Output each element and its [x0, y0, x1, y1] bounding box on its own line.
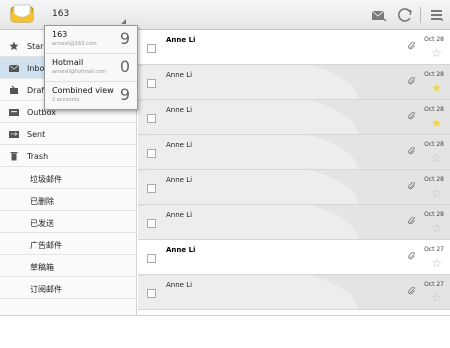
select-checkbox[interactable] — [147, 114, 156, 123]
account-item-name: Hotmail — [52, 58, 84, 67]
attachment-icon — [408, 70, 416, 85]
account-unread-count: 9 — [119, 85, 130, 104]
account-dropdown: 163 annesli@163.com 9 Hotmail annesli@ho… — [44, 25, 138, 110]
star-toggle-icon[interactable]: ☆ — [431, 292, 442, 304]
star-toggle-icon[interactable]: ☆ — [431, 187, 442, 199]
message-row[interactable]: Anne Li Oct 28 ☆ — [138, 135, 450, 170]
empty-bottom-area — [0, 315, 450, 348]
subfolder-item[interactable]: 草稿箱 — [0, 255, 137, 277]
outbox-icon — [9, 107, 19, 117]
message-date: Oct 28 — [424, 176, 444, 183]
message-sender: Anne Li — [166, 141, 193, 149]
subfolder-label: 已删除 — [30, 197, 54, 206]
account-item-name: Combined view — [52, 86, 114, 95]
email-app-icon[interactable] — [10, 4, 34, 24]
account-item-hotmail[interactable]: Hotmail annesli@hotmail.com 0 — [45, 54, 137, 82]
message-row[interactable]: Anne Li Oct 28 ☆ — [138, 170, 450, 205]
spinner-caret-icon — [121, 19, 126, 24]
message-sender: Anne Li — [166, 36, 196, 44]
subfolder-label: 草稿箱 — [30, 263, 54, 272]
select-checkbox[interactable] — [147, 184, 156, 193]
attachment-icon — [408, 210, 416, 225]
subfolder-item[interactable]: 垃圾邮件 — [0, 167, 137, 189]
subfolder-item[interactable]: 订阅邮件 — [0, 277, 137, 299]
account-item-combined[interactable]: Combined view 2 accounts 9 — [45, 82, 137, 110]
message-row[interactable]: Anne Li Oct 28 ★ — [138, 100, 450, 135]
star-toggle-icon[interactable]: ★ — [431, 82, 442, 94]
attachment-icon — [408, 35, 416, 50]
select-checkbox[interactable] — [147, 44, 156, 53]
attachment-icon — [408, 140, 416, 155]
message-sender: Anne Li — [166, 176, 193, 184]
folder-trash[interactable]: Trash — [0, 145, 137, 167]
message-date: Oct 28 — [424, 211, 444, 218]
inbox-icon — [8, 63, 20, 73]
account-item-163[interactable]: 163 annesli@163.com 9 — [45, 26, 137, 54]
attachment-icon — [408, 175, 416, 190]
select-checkbox[interactable] — [147, 149, 156, 158]
subfolder-item[interactable]: 已发送 — [0, 211, 137, 233]
select-checkbox[interactable] — [147, 254, 156, 263]
select-checkbox[interactable] — [147, 289, 156, 298]
account-unread-count: 0 — [119, 57, 130, 76]
message-row[interactable]: Anne Li Oct 28 ☆ — [138, 30, 450, 65]
folder-sent[interactable]: Sent — [0, 123, 137, 145]
account-name: 163 — [52, 9, 70, 19]
message-sender: Anne Li — [166, 281, 193, 289]
star-toggle-icon[interactable]: ☆ — [431, 257, 442, 269]
message-row[interactable]: Anne Li Oct 27 ☆ — [138, 240, 450, 275]
account-item-email: annesli@163.com — [52, 41, 97, 47]
message-row[interactable]: Anne Li Oct 28 ☆ — [138, 205, 450, 240]
overflow-menu-icon[interactable] — [427, 5, 447, 25]
message-date: Oct 27 — [424, 281, 444, 288]
subfolder-item[interactable]: 已删除 — [0, 189, 137, 211]
star-toggle-icon[interactable]: ☆ — [431, 47, 442, 59]
select-checkbox[interactable] — [147, 219, 156, 228]
message-date: Oct 27 — [424, 246, 444, 253]
message-date: Oct 28 — [424, 141, 444, 148]
account-unread-count: 9 — [119, 29, 130, 48]
attachment-icon — [408, 280, 416, 295]
trash-icon — [9, 151, 19, 161]
message-sender: Anne Li — [166, 71, 193, 79]
subfolder-label: 垃圾邮件 — [30, 175, 62, 184]
subfolder-label: 已发送 — [30, 219, 54, 228]
refresh-icon[interactable] — [395, 5, 415, 25]
message-date: Oct 28 — [424, 36, 444, 43]
account-item-name: 163 — [52, 30, 68, 39]
message-list: Anne Li Oct 28 ☆ Anne Li Oct 28 ★ Anne L… — [138, 30, 450, 315]
attachment-icon — [408, 245, 416, 260]
account-item-email: annesli@hotmail.com — [52, 69, 107, 75]
drafts-icon — [9, 85, 19, 95]
star-toggle-icon[interactable]: ☆ — [431, 222, 442, 234]
message-row[interactable]: Anne Li Oct 28 ★ — [138, 65, 450, 100]
subfolder-item[interactable]: 广告邮件 — [0, 233, 137, 255]
star-toggle-icon[interactable]: ☆ — [431, 152, 442, 164]
compose-icon[interactable] — [369, 5, 389, 25]
folder-label: Sent — [27, 130, 46, 139]
message-sender: Anne Li — [166, 106, 193, 114]
message-sender: Anne Li — [166, 211, 193, 219]
sent-icon — [9, 129, 19, 139]
message-sender: Anne Li — [166, 246, 196, 254]
attachment-icon — [408, 105, 416, 120]
subfolder-label: 订阅邮件 — [30, 285, 62, 294]
message-date: Oct 28 — [424, 106, 444, 113]
star-icon — [9, 41, 19, 51]
select-checkbox[interactable] — [147, 79, 156, 88]
subfolder-label: 广告邮件 — [30, 241, 62, 250]
star-toggle-icon[interactable]: ★ — [431, 117, 442, 129]
toolbar-divider — [420, 7, 421, 23]
folder-label: Trash — [27, 152, 49, 161]
message-date: Oct 28 — [424, 71, 444, 78]
account-item-email: 2 accounts — [52, 97, 80, 103]
message-row[interactable]: Anne Li Oct 27 ☆ — [138, 275, 450, 310]
